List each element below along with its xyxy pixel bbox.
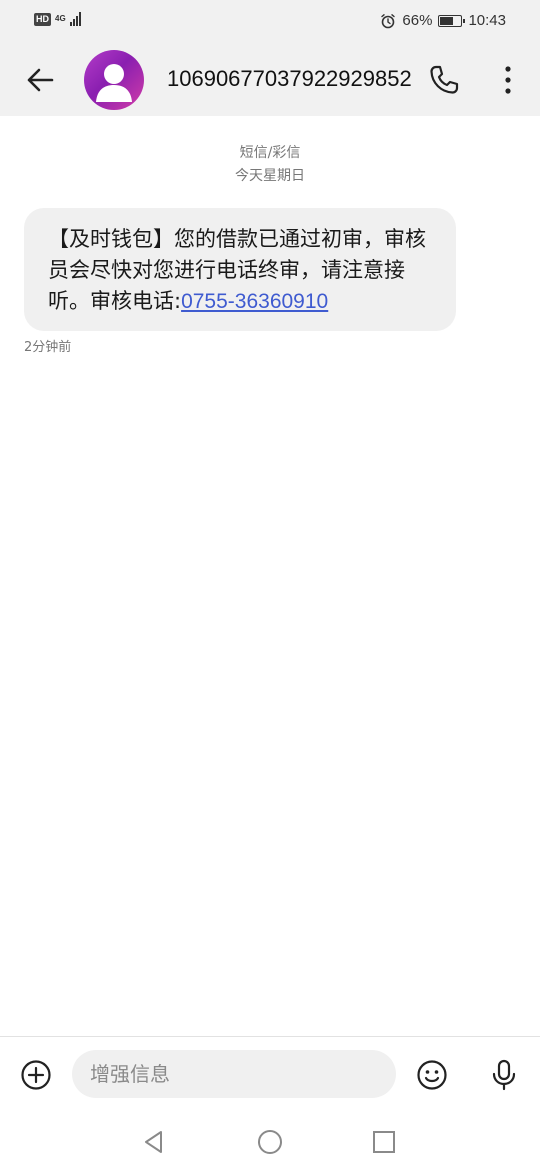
clock: 10:43 [468, 12, 506, 29]
compose-bar [0, 1036, 540, 1112]
contact-number: 10690677037922929852 [167, 66, 412, 91]
battery-fill [440, 16, 453, 25]
signal-icon [69, 12, 81, 26]
plus-circle-icon [21, 1060, 51, 1090]
battery-percent: 66% [402, 12, 433, 29]
status-bar: HD 4G 66% 10:43 [0, 0, 540, 44]
nav-recents-button[interactable] [362, 1120, 406, 1164]
emoji-button[interactable] [410, 1053, 454, 1097]
more-button[interactable] [486, 58, 530, 102]
nav-back-button[interactable] [132, 1120, 176, 1164]
circle-home-icon [258, 1130, 282, 1154]
alarm-icon [381, 13, 396, 28]
battery-icon [438, 14, 466, 27]
status-left: HD 4G [34, 12, 81, 26]
status-right: 66% 10:43 [380, 12, 506, 29]
avatar[interactable] [84, 50, 144, 110]
triangle-back-icon [145, 1131, 162, 1153]
hd-badge: HD [34, 12, 51, 26]
person-icon [96, 64, 132, 102]
voice-input-button[interactable] [482, 1053, 526, 1097]
network-type: 4G [55, 14, 66, 23]
more-vertical-icon [505, 66, 511, 94]
message-bubble[interactable]: 【及时钱包】您的借款已通过初审，审核员会尽快对您进行电话终审，请注意接听。审核电… [24, 208, 456, 331]
message-input[interactable] [72, 1050, 396, 1098]
message-time: 2分钟前 [24, 340, 72, 355]
conversation-thread: 短信/彩信 今天星期日 【及时钱包】您的借款已通过初审，审核员会尽快对您进行电话… [0, 116, 540, 1036]
back-button[interactable] [18, 58, 62, 102]
square-recents-icon [373, 1131, 395, 1153]
microphone-icon [492, 1059, 516, 1091]
nav-home-button[interactable] [248, 1120, 292, 1164]
conversation-date: 今天星期日 [235, 168, 305, 184]
system-navigation-bar [0, 1112, 540, 1170]
conversation-header: 10690677037922929852 [0, 44, 540, 116]
call-button[interactable] [420, 58, 468, 102]
arrow-left-icon [27, 68, 54, 92]
phone-icon [430, 65, 459, 94]
emoji-icon [417, 1060, 447, 1090]
add-attachment-button[interactable] [14, 1053, 58, 1097]
conversation-type: 短信/彩信 [239, 145, 301, 161]
phone-link[interactable]: 0755-36360910 [181, 290, 328, 313]
